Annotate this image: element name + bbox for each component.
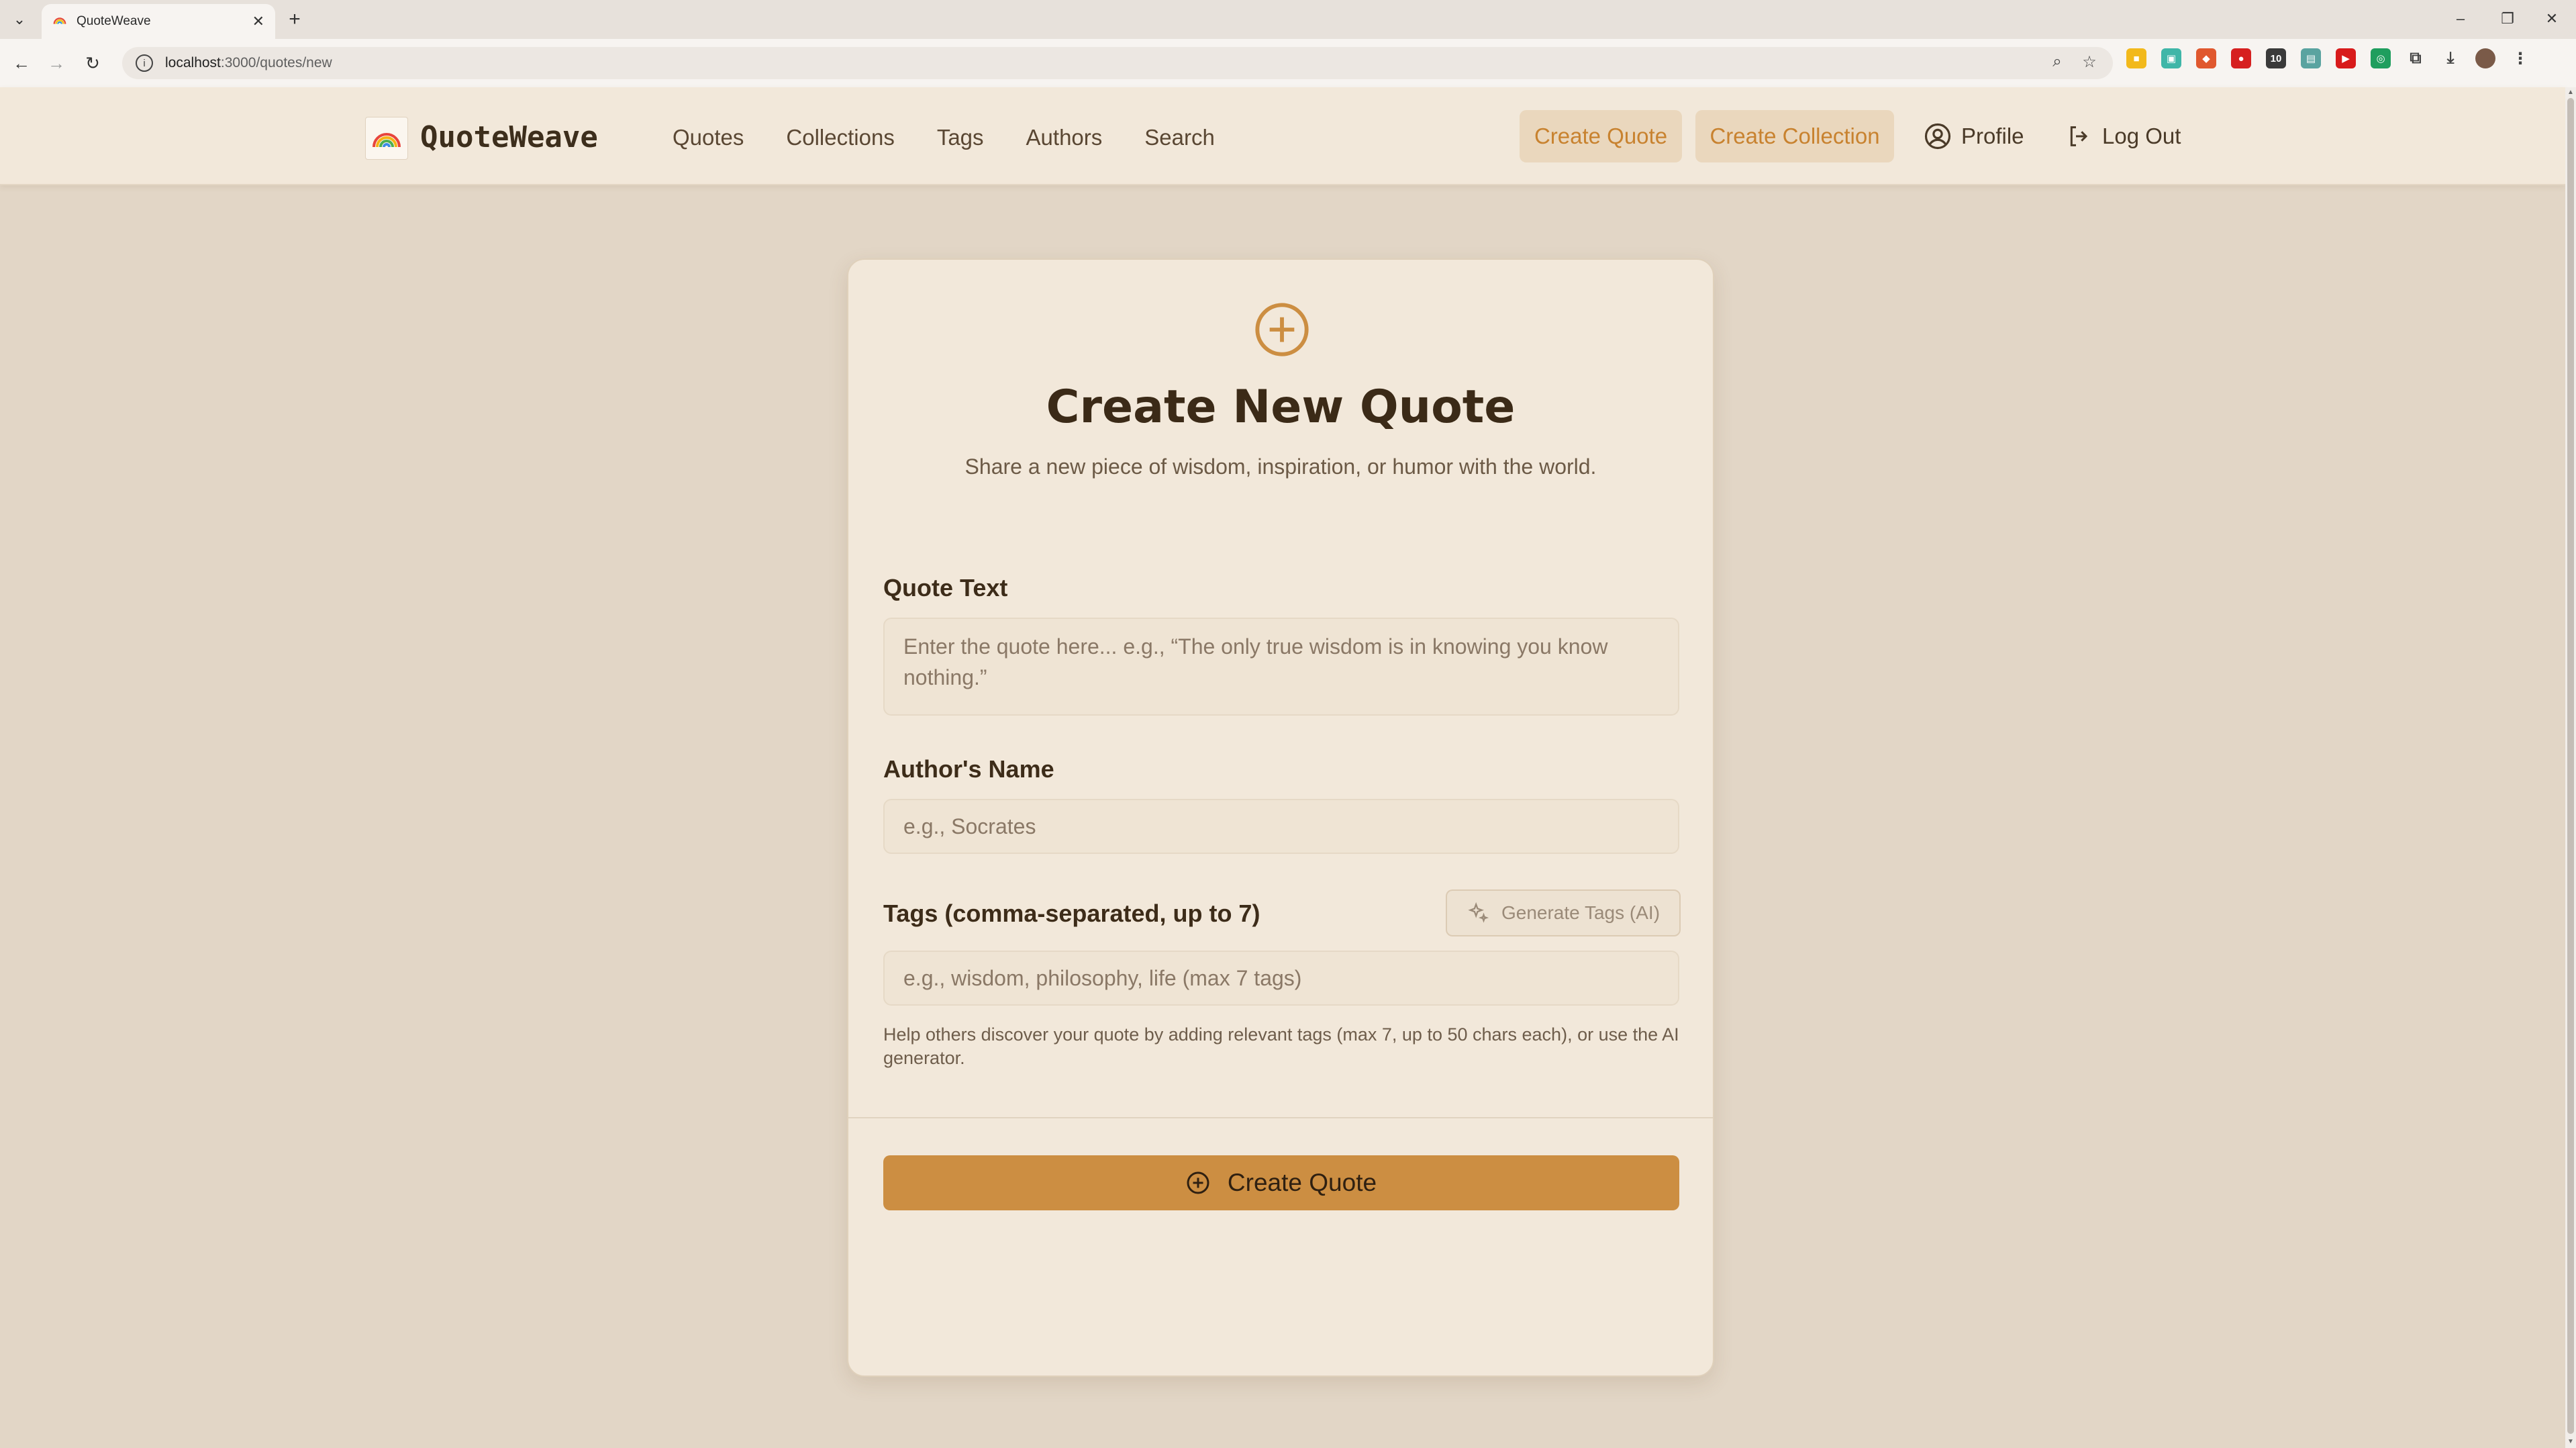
generate-tags-label: Generate Tags (AI) (1501, 902, 1661, 923)
address-bar[interactable]: i localhost:3000/quotes/new ⌕ ☆ (122, 47, 2113, 79)
app-header: QuoteWeave Quotes Collections Tags Autho… (0, 87, 2565, 185)
nav-authors[interactable]: Authors (1026, 117, 1103, 158)
nav-quotes[interactable]: Quotes (673, 117, 744, 158)
url-text: localhost:3000/quotes/new (165, 55, 332, 70)
app-logo-text[interactable]: QuoteWeave (420, 117, 598, 158)
back-icon[interactable]: ← (8, 50, 35, 77)
browser-tabstrip: ⌄ QuoteWeave ✕ + – ❐ ✕ (0, 0, 2576, 39)
browser-tab[interactable]: QuoteWeave ✕ (42, 4, 275, 39)
page-scrollbar[interactable]: ▲ ▼ (2565, 87, 2576, 1448)
extension-5-icon[interactable]: 10 (2266, 48, 2286, 68)
submit-label: Create Quote (1227, 1169, 1377, 1196)
generate-tags-button[interactable]: Generate Tags (AI) (1446, 889, 1681, 936)
extensions-area: ■ ▣ ◆ ● 10 ▤ ▶ ◎ ⧉ ⤓ ⋮ (2126, 48, 2530, 68)
restore-icon[interactable]: ❐ (2487, 5, 2528, 32)
tags-input[interactable]: e.g., wisdom, philosophy, life (max 7 ta… (883, 951, 1679, 1006)
author-input[interactable]: e.g., Socrates (883, 799, 1679, 854)
tags-label: Tags (comma-separated, up to 7) (883, 900, 1260, 927)
tab-title: QuoteWeave (77, 14, 151, 28)
zoom-icon[interactable]: ⌕ (2047, 52, 2067, 72)
create-quote-card: Create New Quote Share a new piece of wi… (847, 258, 1714, 1377)
nav-tags[interactable]: Tags (937, 117, 984, 158)
browser-toolbar: ← → ↻ i localhost:3000/quotes/new ⌕ ☆ ■ … (0, 39, 2576, 88)
create-collection-nav-button[interactable]: Create Collection (1695, 110, 1894, 162)
extension-2-icon[interactable]: ▣ (2161, 48, 2181, 68)
bookmark-star-icon[interactable]: ☆ (2079, 52, 2099, 72)
page-title: Create New Quote (1046, 381, 1516, 434)
tab-search-chevron-icon[interactable]: ⌄ (7, 7, 32, 32)
nav-collections[interactable]: Collections (786, 117, 894, 158)
close-window-icon[interactable]: ✕ (2532, 5, 2572, 32)
extension-6-icon[interactable]: ▤ (2301, 48, 2321, 68)
create-quote-submit-button[interactable]: Create Quote (883, 1155, 1679, 1210)
quote-text-label: Quote Text (883, 574, 1008, 601)
main-nav: Quotes Collections Tags Authors Search (673, 117, 1257, 158)
new-tab-icon[interactable]: + (282, 7, 307, 32)
logo-rainbow-icon[interactable] (365, 117, 408, 160)
extension-7-icon[interactable]: ▶ (2336, 48, 2356, 68)
create-quote-nav-button[interactable]: Create Quote (1520, 110, 1682, 162)
scroll-up-arrow-icon[interactable]: ▲ (2565, 89, 2576, 98)
rainbow-favicon-icon (53, 17, 66, 24)
tab-close-icon[interactable]: ✕ (252, 13, 264, 30)
profile-label: Profile (1961, 124, 2024, 148)
scroll-thumb[interactable] (2567, 98, 2574, 1434)
plus-circle-icon (1255, 303, 1309, 356)
browser-menu-icon[interactable]: ⋮ (2510, 48, 2530, 68)
scroll-down-arrow-icon[interactable]: ▼ (2565, 1438, 2576, 1447)
extension-3-icon[interactable]: ◆ (2196, 48, 2216, 68)
page-subtitle: Share a new piece of wisdom, inspiration… (964, 454, 1597, 479)
form-divider (848, 1117, 1713, 1118)
sparkles-icon (1468, 902, 1489, 923)
user-circle-icon (1924, 123, 1951, 150)
profile-link[interactable]: Profile (1924, 110, 2024, 162)
minimize-icon[interactable]: – (2440, 5, 2481, 32)
logout-label: Log Out (2102, 124, 2181, 148)
tags-help-text: Help others discover your quote by addin… (883, 1024, 1679, 1068)
extensions-puzzle-icon[interactable]: ⧉ (2406, 48, 2426, 68)
avatar[interactable] (2475, 48, 2495, 68)
extension-8-icon[interactable]: ◎ (2371, 48, 2391, 68)
extension-4-icon[interactable]: ● (2231, 48, 2251, 68)
nav-search[interactable]: Search (1144, 117, 1215, 158)
logout-icon (2070, 126, 2088, 146)
logout-link[interactable]: Log Out (2066, 110, 2181, 162)
site-info-icon[interactable]: i (136, 54, 153, 72)
author-label: Author's Name (883, 755, 1054, 783)
plus-circle-small-icon (1187, 1171, 1209, 1194)
reload-icon[interactable]: ↻ (79, 50, 106, 77)
extension-1-icon[interactable]: ■ (2126, 48, 2146, 68)
quote-text-input[interactable]: Enter the quote here... e.g., “The only … (883, 618, 1679, 716)
download-icon[interactable]: ⤓ (2440, 48, 2461, 68)
forward-icon[interactable]: → (43, 50, 70, 77)
